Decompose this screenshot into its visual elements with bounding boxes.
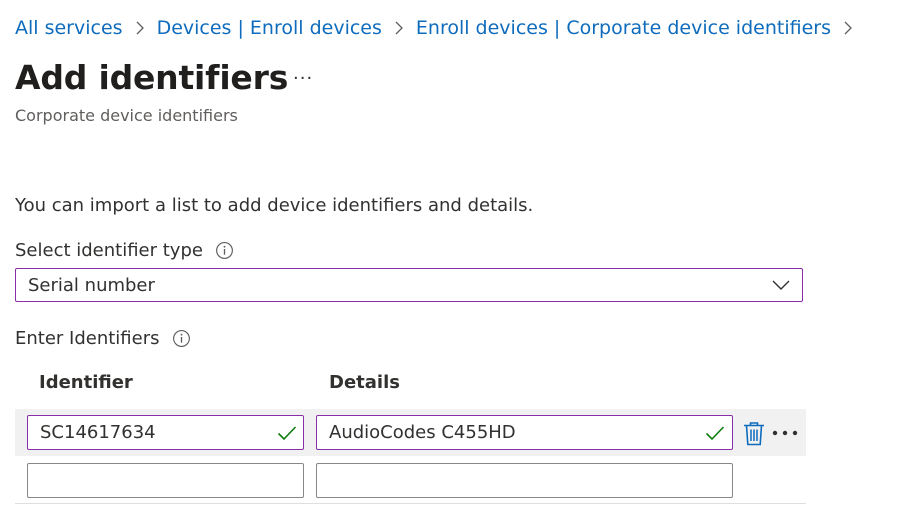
identifier-type-label: Select identifier type <box>15 240 234 261</box>
intro-text: You can import a list to add device iden… <box>15 195 534 216</box>
more-dots-icon <box>772 430 798 436</box>
details-input[interactable] <box>316 415 733 450</box>
page-title: Add identifiers <box>15 58 289 97</box>
checkmark-icon <box>705 426 725 441</box>
chevron-right-icon <box>831 21 865 35</box>
identifier-type-dropdown[interactable]: Serial number <box>15 268 803 302</box>
breadcrumb-enroll-devices[interactable]: Devices | Enroll devices <box>157 17 382 39</box>
trash-icon[interactable] <box>743 421 765 446</box>
identifier-input-empty[interactable] <box>27 463 304 498</box>
column-header-identifier: Identifier <box>39 372 133 393</box>
identifier-type-label-text: Select identifier type <box>15 240 203 261</box>
column-header-details: Details <box>329 372 400 393</box>
enter-identifiers-label: Enter Identifiers <box>15 328 191 349</box>
identifier-input[interactable] <box>27 415 304 450</box>
add-identifiers-page: All services Devices | Enroll devices En… <box>0 0 907 515</box>
chevron-right-icon <box>382 21 416 35</box>
info-icon[interactable] <box>215 241 234 260</box>
chevron-right-icon <box>123 21 157 35</box>
page-subtitle: Corporate device identifiers <box>15 106 238 125</box>
chevron-down-icon <box>772 275 790 296</box>
more-options-button[interactable]: ··· <box>293 68 313 89</box>
breadcrumb-corporate-device-identifiers[interactable]: Enroll devices | Corporate device identi… <box>416 17 831 39</box>
info-icon[interactable] <box>172 329 191 348</box>
row-more-options-button[interactable] <box>771 421 799 445</box>
row-divider <box>15 503 806 504</box>
checkmark-icon <box>277 426 297 441</box>
details-input-empty[interactable] <box>316 463 733 498</box>
identifier-type-selected: Serial number <box>28 274 155 296</box>
enter-identifiers-label-text: Enter Identifiers <box>15 328 160 349</box>
breadcrumb-all-services[interactable]: All services <box>15 17 123 39</box>
breadcrumb: All services Devices | Enroll devices En… <box>15 17 865 39</box>
